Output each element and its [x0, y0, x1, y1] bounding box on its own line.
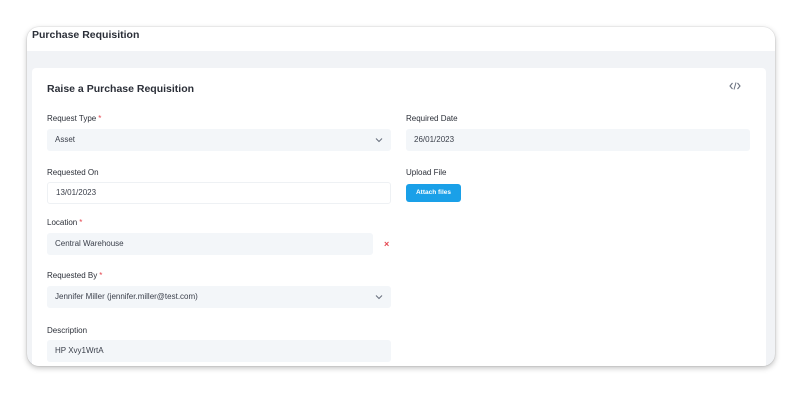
chevron-down-icon: [375, 295, 383, 300]
requested-by-select[interactable]: Jennifer Miller (jennifer.miller@test.co…: [47, 286, 391, 308]
required-marker: *: [98, 114, 102, 123]
required-date-field[interactable]: 26/01/2023: [406, 129, 750, 151]
description-field[interactable]: HP Xvy1WrtA: [47, 340, 391, 362]
requested-on-value: 13/01/2023: [56, 188, 97, 197]
request-type-select[interactable]: Asset: [47, 129, 391, 151]
location-label-text: Location: [47, 218, 78, 227]
requested-by-label: Requested By *: [47, 271, 102, 280]
upload-file-label: Upload File: [406, 168, 447, 177]
requested-on-field[interactable]: 13/01/2023: [47, 182, 391, 204]
chevron-down-icon: [375, 138, 383, 143]
required-marker: *: [79, 218, 83, 227]
close-icon[interactable]: ×: [384, 239, 389, 249]
code-icon[interactable]: [729, 81, 741, 91]
requested-on-label: Requested On: [47, 168, 99, 177]
required-marker: *: [99, 271, 103, 280]
attach-files-button[interactable]: Attach files: [406, 184, 461, 202]
app-window: Purchase Requisition Raise a Purchase Re…: [27, 27, 775, 366]
description-label: Description: [47, 326, 88, 335]
requested-by-label-text: Requested By: [47, 271, 98, 280]
required-date-label: Required Date: [406, 114, 458, 123]
description-value: HP Xvy1WrtA: [55, 346, 104, 355]
requisition-form-card: Raise a Purchase Requisition Request Typ…: [32, 68, 766, 366]
request-type-label: Request Type *: [47, 114, 101, 123]
location-label: Location *: [47, 218, 82, 227]
card-title: Raise a Purchase Requisition: [47, 83, 195, 95]
required-date-value: 26/01/2023: [414, 135, 455, 144]
location-field[interactable]: Central Warehouse: [47, 233, 373, 255]
requested-by-value: Jennifer Miller (jennifer.miller@test.co…: [55, 292, 198, 301]
page-title: Purchase Requisition: [32, 29, 140, 41]
request-type-value: Asset: [55, 135, 76, 144]
location-value: Central Warehouse: [55, 239, 124, 248]
request-type-label-text: Request Type: [47, 114, 97, 123]
header-bar: Purchase Requisition: [27, 27, 775, 51]
